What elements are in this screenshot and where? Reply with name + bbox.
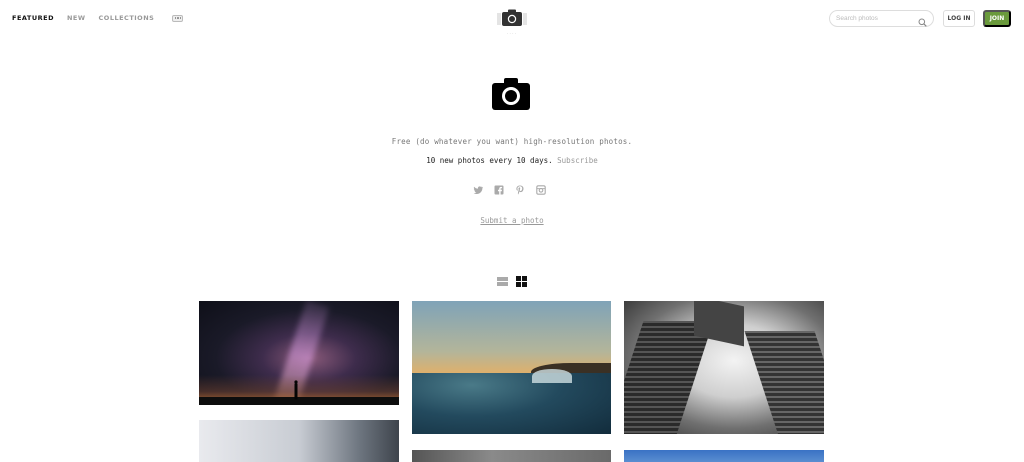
join-button[interactable]: JOIN <box>983 10 1011 27</box>
instagram-icon[interactable] <box>536 182 546 195</box>
photo-detail <box>412 373 611 434</box>
nav-collections[interactable]: COLLECTIONS <box>99 13 155 23</box>
hero-tagline: Free (do whatever you want) high-resolut… <box>391 137 633 146</box>
photo-cloudy-landscape[interactable] <box>412 450 611 462</box>
search-input[interactable] <box>836 15 918 22</box>
release-schedule-text: 10 new photos every 10 days. <box>426 156 553 165</box>
nav-featured[interactable]: FEATURED <box>12 13 54 23</box>
photo-blue-sky[interactable] <box>624 450 824 462</box>
photo-detail <box>532 369 572 383</box>
social-links <box>473 182 546 195</box>
photo-detail <box>744 331 824 434</box>
list-view-icon[interactable] <box>497 274 508 286</box>
photo-ocean-wave[interactable] <box>412 301 611 434</box>
view-toggle <box>497 274 527 287</box>
top-nav: FEATURED NEW COLLECTIONS <box>12 13 184 23</box>
pinterest-icon[interactable] <box>515 182 525 195</box>
subscribe-link[interactable]: Subscribe <box>557 156 598 165</box>
submit-photo-link[interactable]: Submit a photo <box>480 216 543 225</box>
logo-wordmark: ···· <box>506 31 518 37</box>
submit-photo: Submit a photo <box>0 216 1024 225</box>
twitter-icon[interactable] <box>473 182 484 194</box>
hero-subline: 10 new photos every 10 days. Subscribe <box>0 156 1024 165</box>
hero-camera-icon <box>492 77 530 110</box>
search-box[interactable] <box>829 10 934 27</box>
photo-milky-way[interactable] <box>199 301 399 405</box>
ellipsis-icon[interactable] <box>172 14 184 22</box>
camera-icon <box>497 9 527 26</box>
photo-detail <box>199 397 399 405</box>
login-button[interactable]: LOG IN <box>943 10 975 27</box>
facebook-icon[interactable] <box>494 182 504 195</box>
photo-detail <box>624 321 714 434</box>
grid-view-icon[interactable] <box>516 274 527 287</box>
site-logo[interactable]: ···· <box>496 8 528 38</box>
photo-city-street[interactable] <box>199 420 399 462</box>
nav-new[interactable]: NEW <box>67 13 86 23</box>
search-icon[interactable] <box>918 14 927 27</box>
person-silhouette <box>294 380 298 400</box>
photo-skyscrapers[interactable] <box>624 301 824 434</box>
